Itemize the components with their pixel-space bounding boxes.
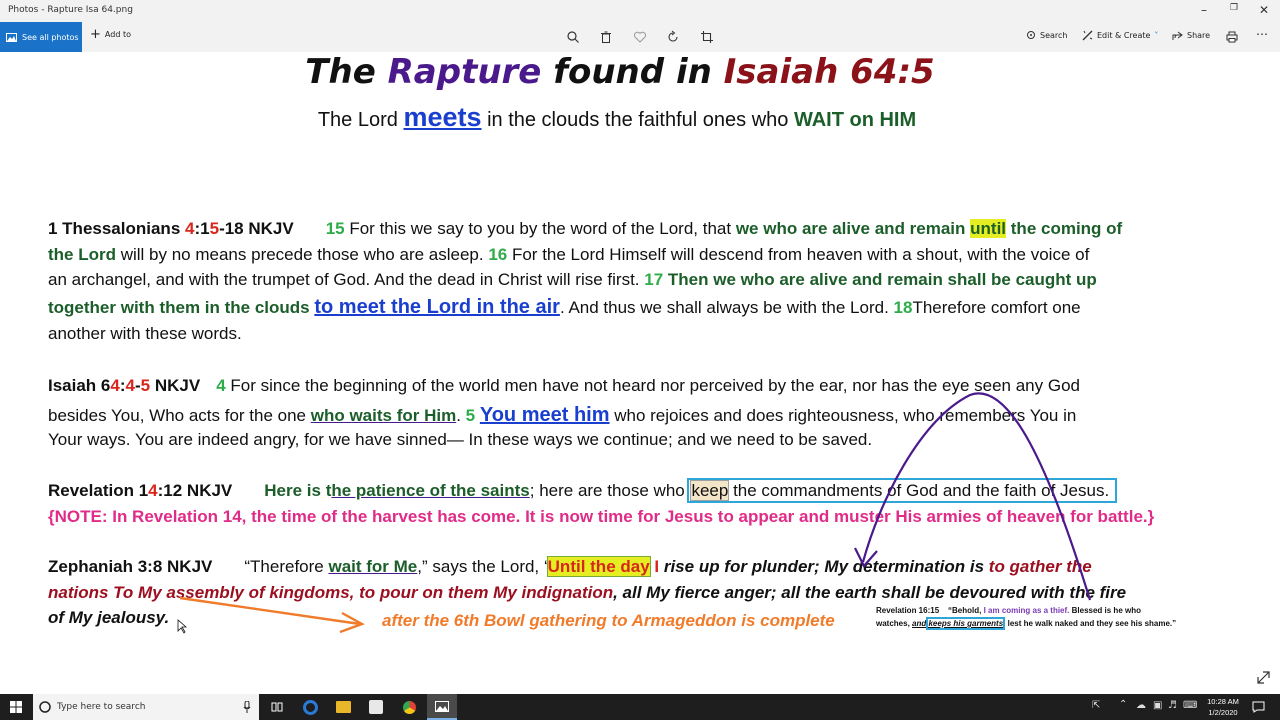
expand-icon[interactable]: [1257, 671, 1270, 684]
network-icon[interactable]: ▣: [1153, 700, 1162, 711]
chrome-icon[interactable]: [402, 700, 417, 715]
taskbar-search-placeholder: Type here to search: [57, 702, 146, 712]
photos-app-icon: [435, 701, 449, 712]
onedrive-icon[interactable]: ☁: [1136, 700, 1146, 711]
people-icon[interactable]: ⇱: [1092, 700, 1100, 711]
task-view-icon[interactable]: [271, 701, 283, 713]
annotation-overlay: [177, 392, 1270, 684]
file-explorer-icon[interactable]: [336, 701, 351, 713]
windows-taskbar: Type here to search ⇱ ⌃ ☁ ▣ ♬ ⌨ 10:28 AM…: [0, 694, 1280, 720]
orange-arrow-line: [179, 596, 361, 626]
volume-icon[interactable]: ♬: [1168, 700, 1177, 711]
clock-time: 10:28 AM: [1207, 697, 1239, 706]
windows-start-icon[interactable]: [10, 701, 22, 713]
store-icon[interactable]: [369, 700, 383, 714]
edge-icon[interactable]: [303, 700, 318, 715]
notifications-icon[interactable]: [1252, 701, 1265, 713]
cortana-icon: [39, 701, 51, 713]
purple-arrow-line: [861, 392, 1092, 601]
microphone-icon[interactable]: [243, 701, 251, 713]
keyboard-icon[interactable]: ⌨: [1183, 700, 1197, 711]
clock-date: 1/2/2020: [1208, 708, 1238, 717]
taskbar-clock[interactable]: 10:28 AM 1/2/2020: [1203, 696, 1243, 718]
photos-app-taskbar-button[interactable]: [427, 694, 457, 720]
cursor-icon: [177, 619, 188, 634]
taskbar-search-input[interactable]: Type here to search: [33, 694, 259, 720]
tray-chevron-up-icon[interactable]: ⌃: [1119, 699, 1127, 710]
